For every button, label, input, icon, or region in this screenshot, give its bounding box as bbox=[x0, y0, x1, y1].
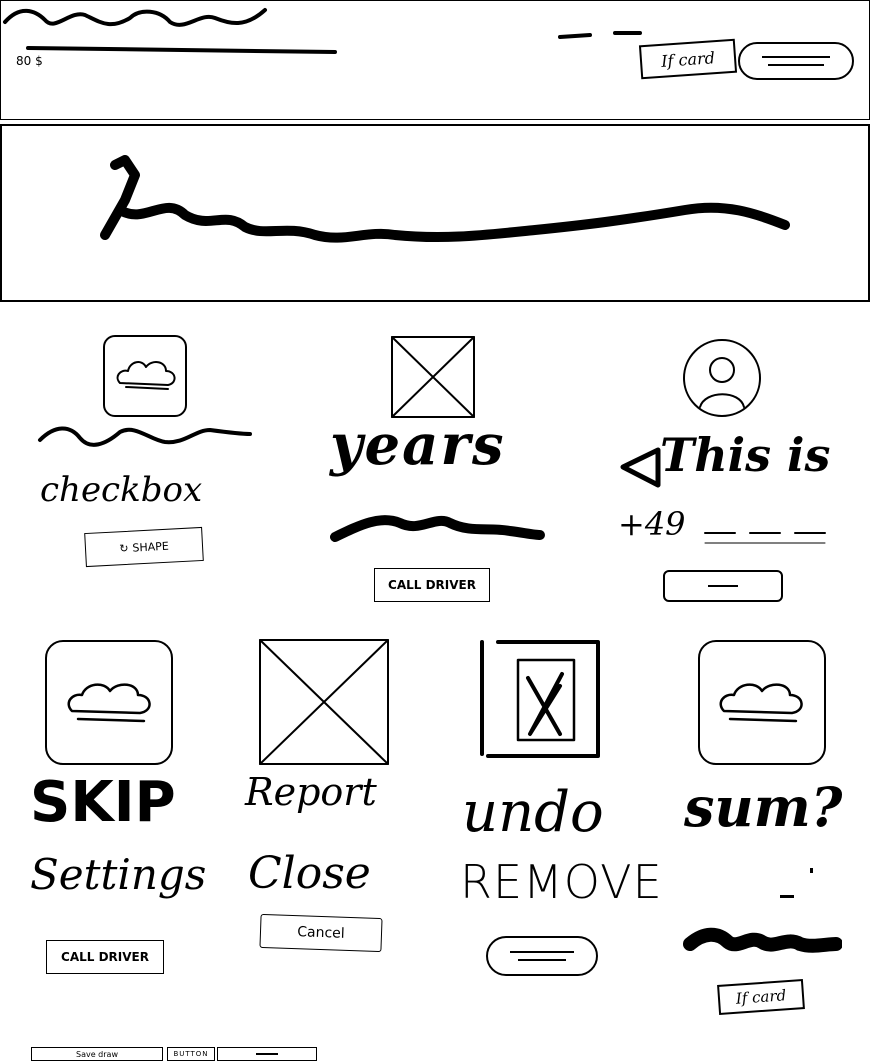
triangle-icon bbox=[620, 447, 661, 488]
app-logo-scribble bbox=[3, 8, 337, 54]
cloud-icon bbox=[719, 683, 803, 723]
row2-col4-wave bbox=[683, 927, 842, 953]
row2-col1-subtitle: Settings bbox=[30, 850, 207, 899]
user-avatar-icon bbox=[683, 339, 761, 417]
pill-line-2 bbox=[768, 64, 824, 66]
row2-col4-dot bbox=[780, 895, 794, 898]
footer-input-line bbox=[256, 1053, 278, 1055]
row2-col3-title: undo bbox=[462, 780, 604, 845]
cancel-button[interactable]: Cancel bbox=[259, 913, 383, 953]
row2-col2-title: Report bbox=[245, 770, 377, 814]
signature-scribble bbox=[100, 155, 790, 243]
footer-button-label: BUTTON bbox=[173, 1050, 209, 1058]
card-c-heading: This is bbox=[660, 428, 831, 482]
footer-save-draw-label: Save draw bbox=[76, 1049, 118, 1059]
row2-col1-title: SKIP bbox=[30, 770, 176, 835]
shape-button[interactable]: ↻ SHAPE bbox=[84, 526, 204, 568]
row2-col2-subtitle: Close bbox=[248, 848, 371, 899]
card-c-button-line bbox=[708, 585, 738, 587]
cancel-button-label: Cancel bbox=[297, 924, 345, 942]
close-box-icon bbox=[480, 640, 600, 758]
price-label: 80 $ bbox=[16, 54, 43, 68]
call-driver-button-bottom-label: CALL DRIVER bbox=[61, 950, 149, 964]
if-card-chip-label: If card bbox=[660, 47, 716, 71]
row2-col3-subtitle: REMOVE bbox=[460, 855, 663, 909]
card-b-image-placeholder bbox=[391, 336, 475, 418]
shape-button-label: SHAPE bbox=[132, 539, 170, 555]
phone-prefix: +49 bbox=[618, 505, 686, 543]
row2-col4-dot-2 bbox=[810, 868, 813, 873]
cloud-icon bbox=[67, 683, 151, 723]
card-b-heading: years bbox=[330, 412, 506, 478]
row2-col4-title: sum? bbox=[684, 775, 843, 839]
if-card-chip[interactable]: If card bbox=[638, 38, 738, 80]
header-pill-button[interactable] bbox=[738, 42, 854, 80]
footer-input[interactable] bbox=[217, 1047, 317, 1061]
card-a-heading: checkbox bbox=[40, 470, 203, 510]
pill-line-2 bbox=[517, 959, 567, 961]
pill-line-1 bbox=[509, 951, 575, 953]
card-b-wave bbox=[330, 515, 545, 542]
row2-col4-if-card-chip-label: If card bbox=[735, 986, 787, 1008]
row2-col2-image-placeholder bbox=[259, 639, 389, 765]
card-a-wave bbox=[38, 426, 252, 447]
header-dashes bbox=[558, 31, 642, 39]
call-driver-button-top-label: CALL DRIVER bbox=[388, 578, 476, 592]
footer-save-draw[interactable]: Save draw bbox=[31, 1047, 163, 1061]
call-driver-button-top[interactable]: CALL DRIVER bbox=[374, 568, 490, 602]
row2-col3-pill-button[interactable] bbox=[486, 936, 598, 976]
cloud-icon bbox=[116, 361, 176, 390]
pill-line-1 bbox=[762, 56, 830, 58]
phone-input-line[interactable] bbox=[700, 525, 830, 545]
footer-button[interactable]: BUTTON bbox=[167, 1047, 215, 1061]
card-c-button[interactable] bbox=[663, 570, 783, 602]
redo-icon: ↻ bbox=[118, 541, 129, 555]
call-driver-button-bottom[interactable]: CALL DRIVER bbox=[46, 940, 164, 974]
row2-col4-if-card-chip[interactable]: If card bbox=[717, 979, 805, 1015]
